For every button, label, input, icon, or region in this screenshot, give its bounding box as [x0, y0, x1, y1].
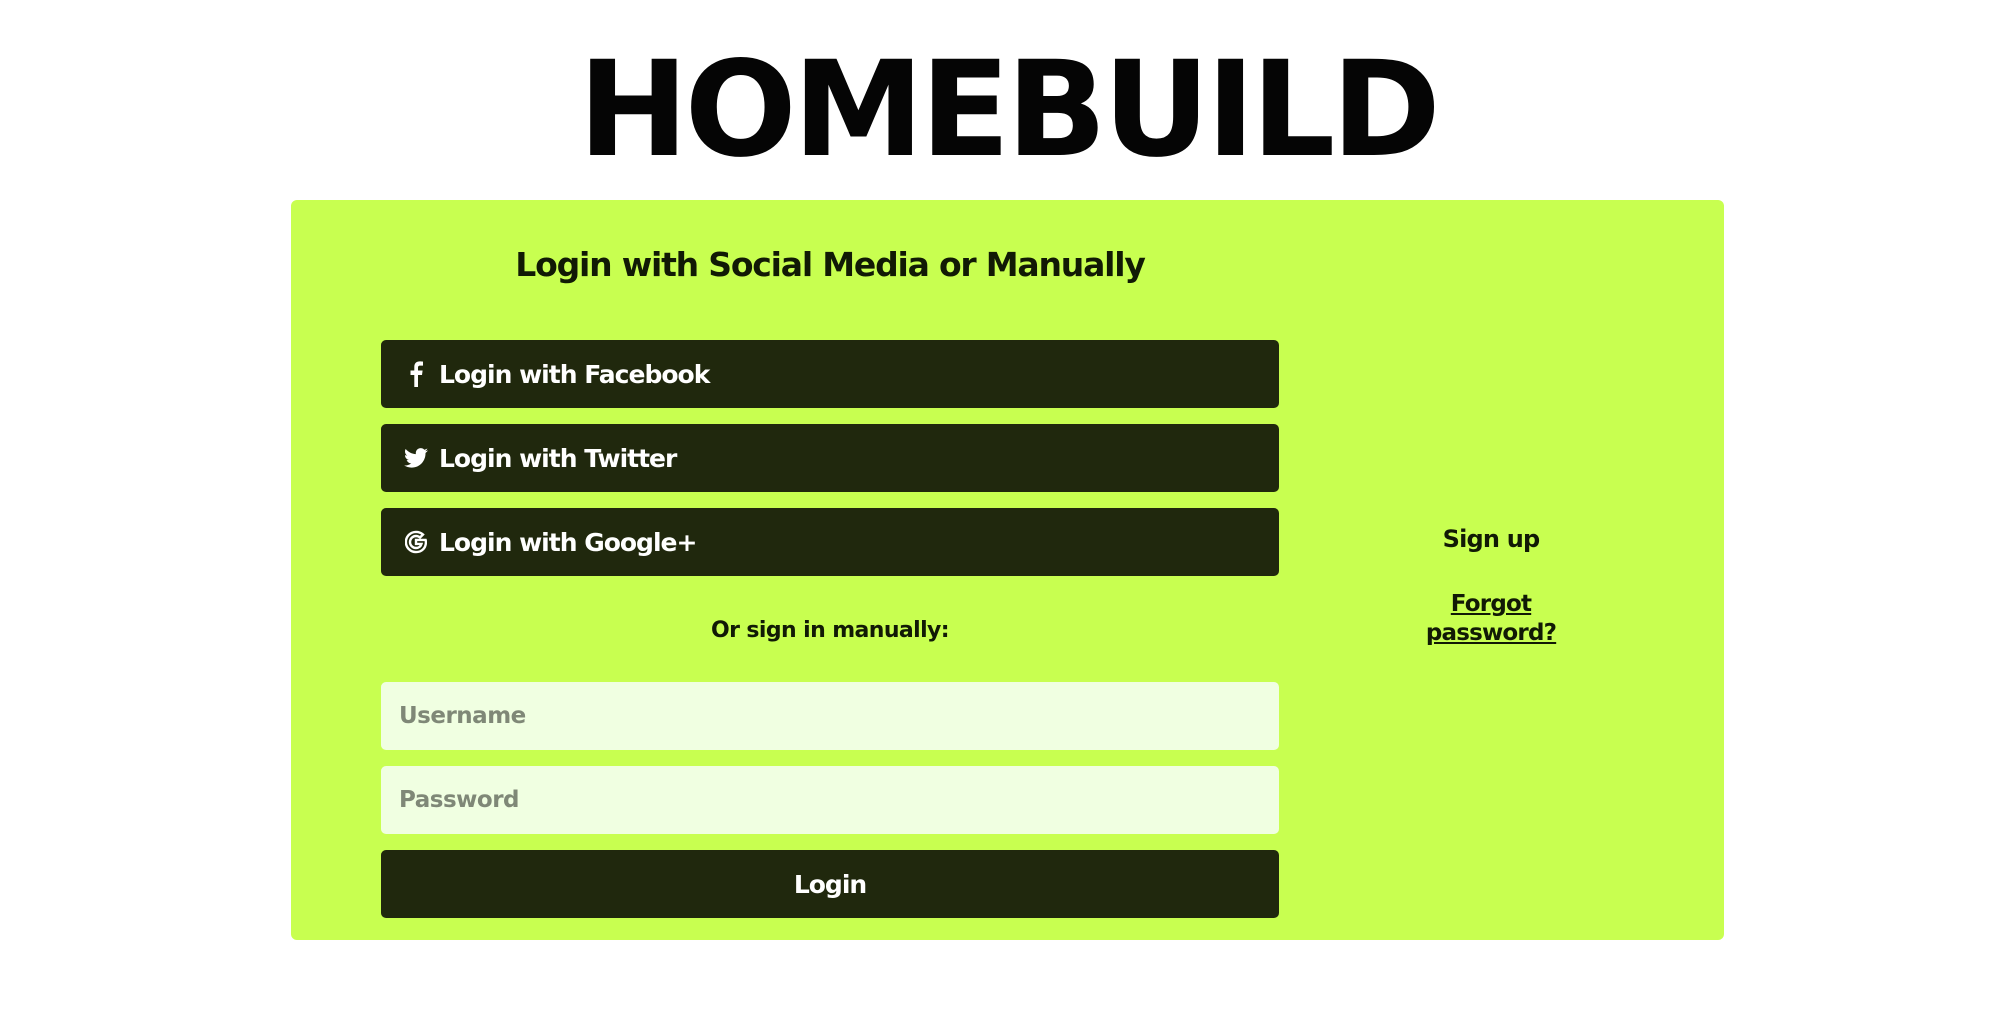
login-page: HOMEBUILD Login with Social Media or Man…: [0, 0, 2015, 1027]
login-button-label: Login: [793, 869, 867, 899]
login-twitter-label: Login with Twitter: [439, 443, 677, 473]
login-facebook-label: Login with Facebook: [439, 359, 710, 389]
username-input[interactable]: [381, 682, 1279, 750]
login-google-label: Login with Google+: [439, 527, 697, 557]
login-facebook-button[interactable]: Login with Facebook: [381, 340, 1279, 408]
manual-signin-label: Or sign in manually:: [711, 618, 950, 643]
forgot-password-link[interactable]: Forgot password?: [1391, 590, 1591, 648]
brand-logo: HOMEBUILD: [578, 33, 1441, 187]
login-google-button[interactable]: Login with Google+: [381, 508, 1279, 576]
login-button[interactable]: Login: [381, 850, 1279, 918]
google-icon: [403, 527, 429, 557]
login-panel: Login with Social Media or Manually Logi…: [291, 200, 1724, 940]
facebook-icon: [403, 359, 429, 389]
password-input[interactable]: [381, 766, 1279, 834]
login-heading: Login with Social Media or Manually: [515, 245, 1146, 284]
sign-up-link[interactable]: Sign up: [1391, 525, 1591, 553]
twitter-icon: [403, 443, 429, 473]
login-twitter-button[interactable]: Login with Twitter: [381, 424, 1279, 492]
